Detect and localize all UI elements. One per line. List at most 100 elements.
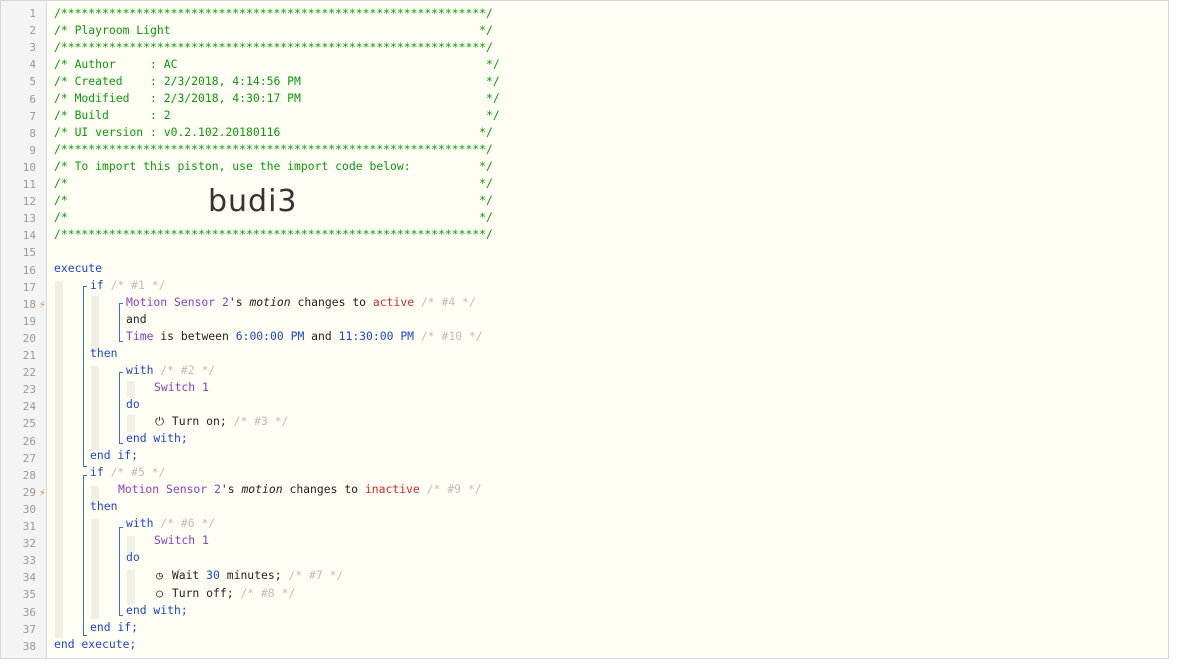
device-switch-1[interactable]: Switch 1 xyxy=(154,532,209,549)
condition-motion-active[interactable]: Motion Sensor 2's motion changes to acti… xyxy=(126,294,476,311)
then-keyword: then xyxy=(90,346,118,360)
execute-keyword[interactable]: execute xyxy=(54,260,102,277)
line-number: 1 xyxy=(29,7,36,20)
statement-id: /* #1 */ xyxy=(110,278,166,292)
code-text: Turn on; xyxy=(171,414,227,428)
import-code[interactable]: budi3 xyxy=(208,185,298,219)
device-name: Motion Sensor 2 xyxy=(126,295,229,309)
if-keyword: if xyxy=(90,465,104,479)
header-border: /***************************************… xyxy=(54,142,493,156)
if-statement-1[interactable]: if /* #1 */ xyxy=(90,277,165,294)
code-text: minutes; xyxy=(219,568,282,582)
circle-icon: ○ xyxy=(156,586,163,600)
code-text: is between xyxy=(153,329,236,343)
bracket-tick xyxy=(119,615,123,616)
line-number: 9 xyxy=(29,143,36,157)
with1-bracket xyxy=(119,372,120,443)
statement-id: /* #8 */ xyxy=(240,586,296,600)
trigger-icon: ⚡ xyxy=(39,485,46,499)
do-keyword: do xyxy=(126,397,140,411)
line-number: 17 xyxy=(22,280,36,294)
if-statement-2[interactable]: if /* #5 */ xyxy=(90,464,165,481)
line-number: 38 xyxy=(22,639,36,653)
line-number: 5 xyxy=(29,75,36,89)
code-text: 's xyxy=(220,482,242,496)
task-wait[interactable]: ◷ Wait 30 minutes; /* #7 */ xyxy=(154,567,343,584)
if1-then-band xyxy=(91,366,99,451)
line-number: 30 xyxy=(22,502,36,516)
line-number: 36 xyxy=(22,605,36,619)
if1-band xyxy=(91,296,99,351)
header-border: /***************************************… xyxy=(54,40,493,54)
code-text: Wait xyxy=(171,568,207,582)
wait-value: 30 xyxy=(206,568,220,582)
bracket-tick xyxy=(83,466,87,467)
statement-id: /* #4 */ xyxy=(420,295,476,309)
with-keyword: with xyxy=(126,363,154,377)
line-number: 4 xyxy=(29,58,36,72)
value-inactive: inactive xyxy=(364,482,420,496)
line-number: 7 xyxy=(29,109,36,123)
line-number: 22 xyxy=(22,366,36,380)
statement-id: /* #9 */ xyxy=(426,482,482,496)
task-turn-off[interactable]: ○ Turn off; /* #8 */ xyxy=(154,585,295,602)
line-number: 10 xyxy=(22,160,36,174)
statement-id: /* #2 */ xyxy=(160,363,216,377)
bracket-tick xyxy=(119,527,123,528)
line-number: 21 xyxy=(22,349,36,362)
line-number: 35 xyxy=(22,588,36,602)
line-number: 33 xyxy=(22,554,36,568)
code-text: 's xyxy=(228,295,250,309)
with-statement-2[interactable]: with /* #6 */ xyxy=(126,515,215,532)
if-keyword: if xyxy=(90,278,104,292)
line-number: 26 xyxy=(22,434,36,448)
do2-band xyxy=(127,570,135,604)
value-active: active xyxy=(372,295,415,309)
line-number: 2 xyxy=(29,24,36,38)
code-text: changes to xyxy=(282,482,365,496)
execute-band xyxy=(55,281,63,638)
do-keyword: do xyxy=(126,550,140,564)
line-number: 27 xyxy=(22,451,36,465)
trigger-icon: ⚡ xyxy=(39,297,46,311)
statement-id: /* #6 */ xyxy=(160,516,216,530)
line-number: 13 xyxy=(22,212,36,226)
statement-id: /* #7 */ xyxy=(288,568,344,582)
line-number: 3 xyxy=(29,41,36,55)
time-end: 11:30:00 PM xyxy=(338,329,415,343)
header-title: /* Playroom Light */ xyxy=(54,23,493,37)
device-name: Motion Sensor 2 xyxy=(118,482,221,496)
condition-motion-inactive[interactable]: Motion Sensor 2's motion changes to inac… xyxy=(118,481,482,498)
header-build: /* Build : 2 */ xyxy=(54,108,500,122)
device-switch-1[interactable]: Switch 1 xyxy=(154,379,209,396)
end-with: end with; xyxy=(126,603,188,617)
time-start: 6:00:00 PM xyxy=(235,329,305,343)
line-number: 6 xyxy=(29,92,36,106)
bracket-tick xyxy=(83,475,87,476)
bracket-tick xyxy=(119,303,123,304)
condition-time-between[interactable]: Time is between 6:00:00 PM and 11:30:00 … xyxy=(126,328,483,345)
header-ui-version: /* UI version : v0.2.102.20180116 */ xyxy=(54,125,493,139)
if2-bracket xyxy=(83,475,84,635)
end-with: end with; xyxy=(126,431,188,445)
line-number: 28 xyxy=(22,468,36,482)
code-text: and xyxy=(304,329,339,343)
bracket-tick xyxy=(119,341,123,342)
with-statement-1[interactable]: with /* #2 */ xyxy=(126,362,215,379)
end-execute: end execute; xyxy=(54,637,137,651)
and-operator[interactable]: and xyxy=(126,311,147,328)
task-turn-on[interactable]: ⏻ Turn on; /* #3 */ xyxy=(154,413,288,430)
time-subject: Time xyxy=(126,329,154,343)
attribute-name: motion xyxy=(249,295,291,309)
line-number: 37 xyxy=(22,622,36,636)
header-border: /***************************************… xyxy=(54,227,493,241)
header-author: /* Author : AC */ xyxy=(54,57,500,71)
piston-editor: 1 2 3 4 5 6 7 8 9 10 11 12 13 14 15 16 17 18 19 20 21 22 23 24 2… xyxy=(0,0,1169,659)
header-created: /* Created : 2/3/2018, 4:14:56 PM */ xyxy=(54,74,500,88)
bracket-tick xyxy=(83,286,87,287)
line-number: 34 xyxy=(22,571,36,585)
line-gutter: 1 2 3 4 5 6 7 8 9 10 11 12 13 14 15 16 17 18 19 20 21 22 23 24 2… xyxy=(1,1,47,658)
attribute-name: motion xyxy=(241,482,283,496)
end-if: end if; xyxy=(90,448,139,462)
line-number: 31 xyxy=(22,520,36,533)
